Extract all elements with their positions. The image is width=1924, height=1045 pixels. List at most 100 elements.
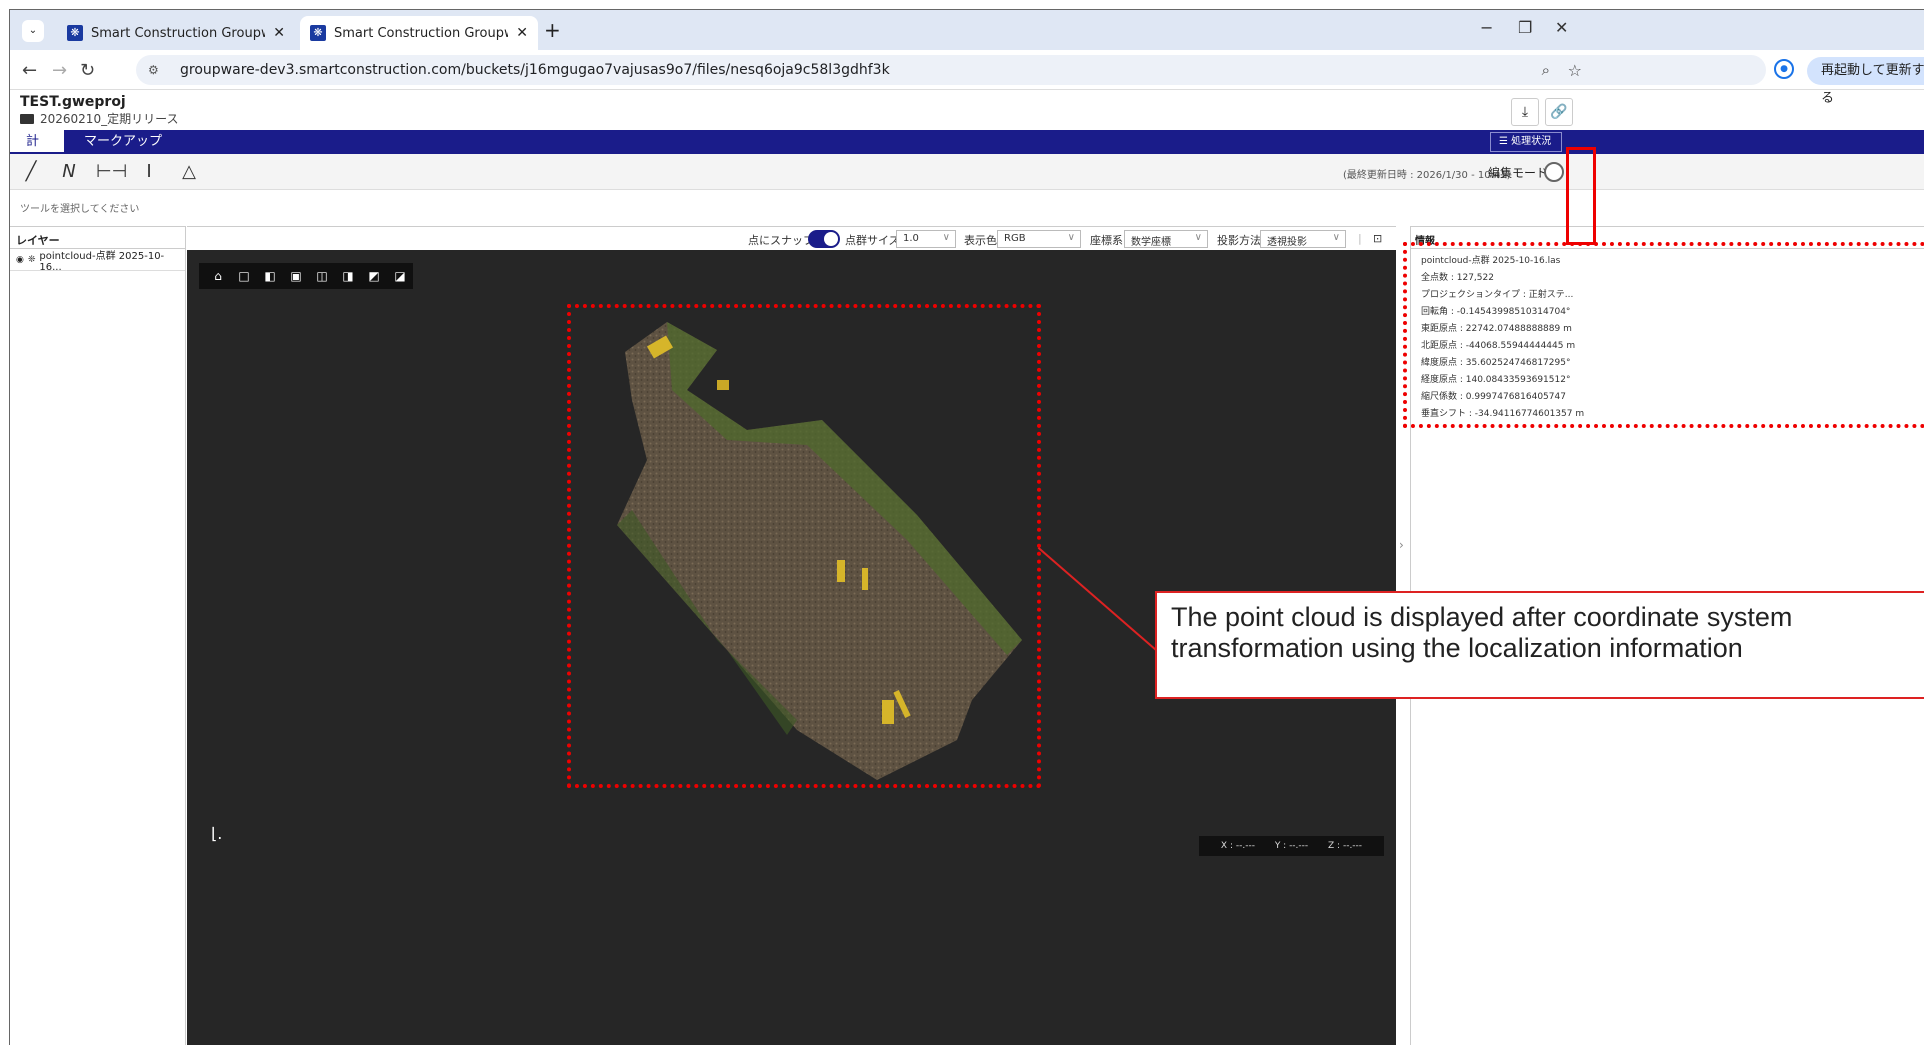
breadcrumb[interactable]: 20260210_定期リリース xyxy=(20,110,178,127)
folder-icon xyxy=(20,113,34,124)
height-tool-icon[interactable]: I xyxy=(136,160,162,184)
bookmark-star-icon[interactable]: ☆ xyxy=(1568,61,1582,80)
tab-markup[interactable]: マークアップ xyxy=(68,130,178,154)
tab-measure[interactable]: 計測 xyxy=(10,130,64,173)
line-tool-icon[interactable]: ╱ xyxy=(18,160,44,184)
color-value: RGB xyxy=(1004,233,1026,244)
browser-tab-2[interactable]: ❋ Smart Construction Groupware ✕ xyxy=(300,16,538,50)
polyline-tool-icon[interactable]: N xyxy=(56,160,82,184)
color-label: 表示色 xyxy=(964,234,997,247)
view-back-icon[interactable]: ◩ xyxy=(361,266,387,286)
info-line: 緯度原点 : 35.602524746817295° xyxy=(1421,358,1571,368)
divider: | xyxy=(1358,232,1362,245)
close-window-icon[interactable]: ✕ xyxy=(1555,18,1568,37)
info-line: 縮尺係数 : 0.9997476816405747 xyxy=(1421,392,1566,402)
edit-mode-label: 編集モード xyxy=(1488,166,1549,180)
screenshot-icon[interactable]: ⊡ xyxy=(1373,232,1382,245)
info-line: 垂直シフト : -34.94116774601357 m xyxy=(1421,409,1585,419)
tab-close-icon[interactable]: ✕ xyxy=(516,25,528,41)
info-line: 全点数 : 127,522 xyxy=(1421,273,1494,283)
restore-icon[interactable]: ❐ xyxy=(1518,18,1532,37)
new-tab-button[interactable]: + xyxy=(544,18,561,42)
snap-toggle[interactable] xyxy=(808,230,840,248)
app-favicon-icon: ❋ xyxy=(67,25,83,41)
visibility-eye-icon[interactable]: ◉ xyxy=(16,255,24,265)
back-icon[interactable]: ← xyxy=(22,60,37,81)
point-size-value: 1.0 xyxy=(903,233,919,244)
coord-z: Z : --.--- xyxy=(1328,841,1363,851)
chevron-right-icon[interactable]: › xyxy=(1399,538,1404,552)
last-updated: (最終更新日時 : 2026/1/30 - 10:41) xyxy=(1343,170,1511,181)
site-settings-icon[interactable]: ⚙ xyxy=(148,63,172,77)
pointcloud-icon: ❊ xyxy=(27,254,36,265)
view-left-icon[interactable]: ◫ xyxy=(309,266,335,286)
layer-name[interactable]: pointcloud-点群 2025-10-16... xyxy=(39,247,179,273)
color-select[interactable]: RGB ∨ xyxy=(997,230,1081,248)
mode-tabs: 計測 マークアップ ☰ 処理状況 xyxy=(10,130,1924,173)
info-panel-title: 情報 xyxy=(1411,227,1924,249)
coord-y: Y : --.--- xyxy=(1274,841,1309,851)
forward-icon[interactable]: → xyxy=(52,60,67,81)
point-size-select[interactable]: 1.0 ∨ xyxy=(896,230,956,248)
zoom-icon[interactable]: ⌕ xyxy=(1542,61,1550,79)
coord-x: X : --.--- xyxy=(1220,841,1255,851)
snap-label: 点にスナップ xyxy=(748,234,814,247)
edit-mode-toggle[interactable] xyxy=(1544,162,1564,182)
tab-bar: ⌄ ❋ Smart Construction Groupware ✕ ❋ Sma… xyxy=(10,10,1924,50)
tab-search-icon[interactable]: ⌄ xyxy=(22,20,44,42)
info-line: プロジェクションタイプ : 正射ステ... xyxy=(1421,290,1574,300)
status-button[interactable]: ☰ 処理状況 xyxy=(1490,132,1562,152)
info-line: 回転角 : -0.14543998510314704° xyxy=(1421,307,1571,317)
area-tool-icon[interactable]: △ xyxy=(176,160,202,184)
minimize-icon[interactable]: − xyxy=(1480,18,1493,37)
info-list: pointcloud-点群 2025-10-16.las 全点数 : 127,5… xyxy=(1411,249,1924,427)
point-size-label: 点群サイズ xyxy=(845,234,900,247)
home-view-icon[interactable]: ⌂ xyxy=(205,266,231,286)
app-favicon-icon: ❋ xyxy=(310,25,326,41)
view-right-icon[interactable]: ◨ xyxy=(335,266,361,286)
measure-toolbar: ╱ N ⊢⊣ I △ (最終更新日時 : 2026/1/30 - 10:41) … xyxy=(10,154,1924,190)
annotation-callout: The point cloud is displayed after coord… xyxy=(1155,591,1924,699)
viewer-toolbar: 点にスナップ 点群サイズ 1.0 ∨ 表示色 RGB ∨ 座標系 数学座標 ∨ 投影方… xyxy=(187,226,1396,250)
cursor-coordinates: X : --.--- Y : --.--- Z : --.--- xyxy=(1199,836,1384,856)
file-title: TEST.gweproj xyxy=(20,94,126,110)
chevron-down-icon: ∨ xyxy=(1194,232,1202,243)
layer-panel: レイヤー ◉ ❊ pointcloud-点群 2025-10-16... xyxy=(10,226,186,1045)
projection-select[interactable]: 透視投影 ∨ xyxy=(1260,230,1346,248)
distance-tool-icon[interactable]: ⊢⊣ xyxy=(96,160,127,184)
view-box-icon[interactable]: □ xyxy=(231,266,257,286)
info-line: 経度原点 : 140.08433593691512° xyxy=(1421,375,1571,385)
url-text[interactable]: groupware-dev3.smartconstruction.com/buc… xyxy=(180,62,890,78)
chevron-down-icon: ∨ xyxy=(1332,232,1340,243)
restart-update-button[interactable]: 再起動して更新する xyxy=(1807,57,1924,106)
coord-label: 座標系 xyxy=(1090,234,1123,247)
browser-tab-1[interactable]: ❋ Smart Construction Groupware ✕ xyxy=(57,16,295,50)
layer-item[interactable]: ◉ ❊ pointcloud-点群 2025-10-16... xyxy=(10,247,185,273)
download-icon[interactable]: ⤓ xyxy=(1511,98,1539,126)
link-icon[interactable]: 🔗 xyxy=(1545,98,1573,126)
info-line: 北距原点 : -44068.55944444445 m xyxy=(1421,341,1576,351)
view-front-icon[interactable]: ▣ xyxy=(283,266,309,286)
axis-indicator-icon: ⌊. xyxy=(211,824,223,843)
point-cloud-render xyxy=(617,322,1022,780)
tool-hint: ツールを選択してください xyxy=(20,204,140,215)
folder-name[interactable]: 20260210_定期リリース xyxy=(40,110,178,127)
coord-select[interactable]: 数学座標 ∨ xyxy=(1124,230,1208,248)
coord-value: 数学座標 xyxy=(1131,237,1171,248)
view-toolbar: ⌂ □ ◧ ▣ ◫ ◨ ◩ ◪ xyxy=(199,263,413,289)
tab-close-icon[interactable]: ✕ xyxy=(273,25,285,41)
profile-icon[interactable]: ● xyxy=(1774,59,1794,79)
tab-title: Smart Construction Groupware xyxy=(91,25,265,41)
browser-window: ⌄ ❋ Smart Construction Groupware ✕ ❋ Sma… xyxy=(9,9,1924,1045)
projection-label: 投影方法 xyxy=(1217,234,1261,247)
reload-icon[interactable]: ↻ xyxy=(80,60,95,81)
url-bar[interactable]: ⚙ groupware-dev3.smartconstruction.com/b… xyxy=(136,55,1766,85)
info-line: 東距原点 : 22742.07488888889 m xyxy=(1421,324,1572,334)
chevron-down-icon: ∨ xyxy=(942,232,950,243)
view-top-icon[interactable]: ◧ xyxy=(257,266,283,286)
info-line: pointcloud-点群 2025-10-16.las xyxy=(1421,256,1561,266)
tab-title: Smart Construction Groupware xyxy=(334,25,508,41)
view-bottom-icon[interactable]: ◪ xyxy=(387,266,413,286)
projection-value: 透視投影 xyxy=(1267,237,1307,248)
chevron-down-icon: ∨ xyxy=(1067,232,1075,243)
